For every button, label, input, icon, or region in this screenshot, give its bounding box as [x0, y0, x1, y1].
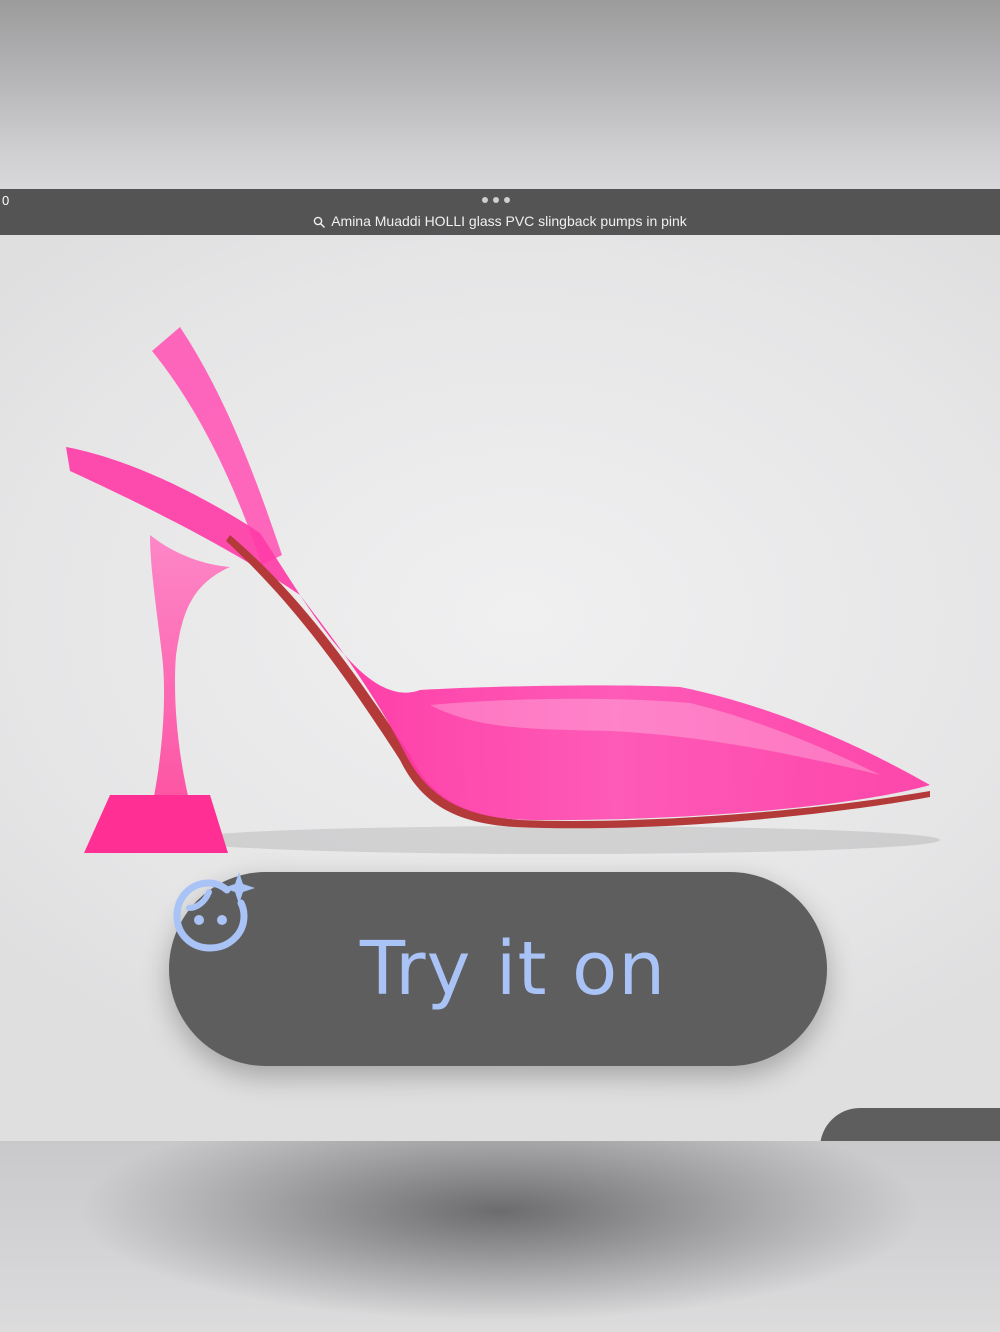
- secondary-action-button[interactable]: [820, 1108, 1000, 1141]
- background-blur-bottom: [0, 1141, 1000, 1332]
- product-image: Try it on: [0, 235, 1000, 1141]
- search-query-text: Amina Muaddi HOLLI glass PVC slingback p…: [331, 213, 687, 229]
- try-it-on-button[interactable]: Try it on: [169, 872, 827, 1066]
- image-counter: 0: [2, 193, 10, 208]
- background-blur-top: [0, 0, 1000, 189]
- search-query-row[interactable]: Amina Muaddi HOLLI glass PVC slingback p…: [0, 213, 1000, 231]
- search-icon: [313, 215, 325, 231]
- search-header: 0 Amina Muaddi HOLLI glass PVC slingback…: [0, 189, 1000, 235]
- more-options-icon[interactable]: [482, 197, 510, 203]
- try-it-on-label: Try it on: [359, 926, 667, 1012]
